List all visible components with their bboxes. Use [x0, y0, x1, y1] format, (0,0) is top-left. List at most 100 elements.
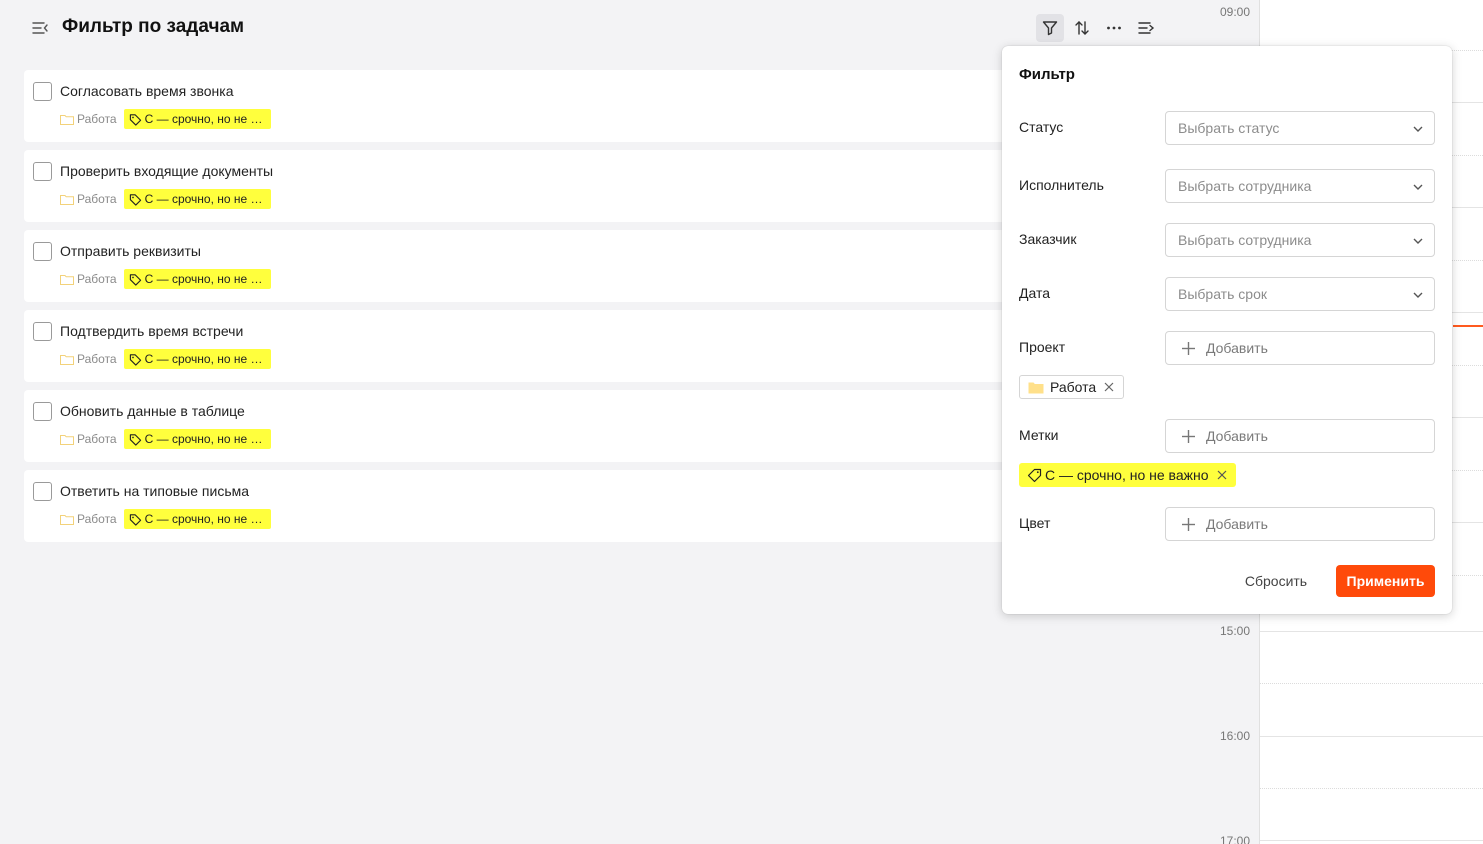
task-tag-label: С — срочно, но не в... — [144, 112, 264, 126]
task-tag: С — срочно, но не в... — [123, 509, 271, 529]
task-tag-label: С — срочно, но не в... — [144, 352, 264, 366]
task-meta: Работа С — срочно, но не в... — [60, 429, 271, 449]
apply-button[interactable]: Применить — [1336, 565, 1435, 597]
add-color-button[interactable]: Добавить — [1165, 507, 1435, 541]
add-tag-button[interactable]: Добавить — [1165, 419, 1435, 453]
status-select[interactable]: Выбрать статус — [1165, 111, 1435, 145]
task-title[interactable]: Проверить входящие документы — [60, 163, 273, 179]
selected-project-chip: Работа — [1019, 375, 1125, 399]
hour-label: 09:00 — [1220, 5, 1251, 19]
remove-tag-icon[interactable] — [1217, 470, 1227, 480]
more-options-button[interactable] — [1100, 14, 1128, 42]
task-title[interactable]: Согласовать время звонка — [60, 83, 234, 99]
hour-label: 15:00 — [1220, 624, 1251, 638]
reset-button[interactable]: Сбросить — [1232, 565, 1320, 597]
hour-label: 16:00 — [1220, 729, 1251, 743]
tag-icon — [129, 433, 141, 446]
hour-label: 17:00 — [1220, 834, 1251, 844]
color-label: Цвет — [1019, 515, 1051, 531]
task-tag-label: С — срочно, но не в... — [144, 512, 264, 526]
chevron-down-icon — [1413, 238, 1423, 244]
task-meta: Работа С — срочно, но не в... — [60, 509, 271, 529]
task-tag: С — срочно, но не в... — [123, 349, 271, 369]
more-horizontal-icon — [1107, 26, 1121, 30]
task-checkbox[interactable] — [33, 402, 52, 421]
status-label: Статус — [1019, 119, 1064, 135]
tag-icon — [129, 353, 141, 366]
task-project: Работа — [77, 352, 117, 366]
task-checkbox[interactable] — [33, 482, 52, 501]
date-select[interactable]: Выбрать срок — [1165, 277, 1435, 311]
folder-icon — [60, 514, 74, 525]
task-tag: С — срочно, но не в... — [123, 109, 271, 129]
tag-icon — [1027, 468, 1042, 483]
task-project: Работа — [77, 272, 117, 286]
task-title[interactable]: Ответить на типовые письма — [60, 483, 249, 499]
task-checkbox[interactable] — [33, 82, 52, 101]
add-tag-label: Добавить — [1206, 428, 1268, 444]
sort-button[interactable] — [1068, 14, 1096, 42]
task-project: Работа — [77, 432, 117, 446]
task-meta: Работа С — срочно, но не в... — [60, 269, 271, 289]
tag-icon — [129, 513, 141, 526]
calendar-gridline — [1260, 631, 1483, 632]
date-label: Дата — [1019, 285, 1051, 301]
customer-select[interactable]: Выбрать сотрудника — [1165, 223, 1435, 257]
task-meta: Работа С — срочно, но не в... — [60, 109, 271, 129]
task-title[interactable]: Отправить реквизиты — [60, 243, 201, 259]
customer-select-placeholder: Выбрать сотрудника — [1178, 232, 1312, 248]
filter-button[interactable] — [1036, 14, 1064, 42]
selected-tag-label: С — срочно, но не важно — [1045, 467, 1209, 483]
assignee-label: Исполнитель — [1019, 177, 1104, 193]
collapse-menu-icon[interactable] — [30, 18, 50, 38]
task-tag-label: С — срочно, но не в... — [144, 432, 264, 446]
task-project: Работа — [77, 512, 117, 526]
task-tag-label: С — срочно, но не в... — [144, 272, 264, 286]
task-checkbox[interactable] — [33, 322, 52, 341]
task-tag: С — срочно, но не в... — [123, 269, 271, 289]
page-title: Фильтр по задачам — [62, 16, 245, 37]
filter-popup: Фильтр Статус Выбрать статус Исполнитель… — [1002, 46, 1452, 614]
project-label: Проект — [1019, 339, 1066, 355]
task-checkbox[interactable] — [33, 242, 52, 261]
status-select-placeholder: Выбрать статус — [1178, 120, 1280, 136]
task-checkbox[interactable] — [33, 162, 52, 181]
folder-icon — [60, 354, 74, 365]
selected-project-label: Работа — [1050, 379, 1097, 395]
chevron-down-icon — [1413, 126, 1423, 132]
task-meta: Работа С — срочно, но не в... — [60, 349, 271, 369]
folder-icon — [60, 274, 74, 285]
filter-title: Фильтр — [1019, 66, 1075, 83]
tag-icon — [129, 113, 141, 126]
chevron-down-icon — [1413, 184, 1423, 190]
tag-icon — [129, 273, 141, 286]
plus-icon — [1182, 518, 1195, 531]
task-tag-label: С — срочно, но не в... — [144, 192, 264, 206]
add-project-label: Добавить — [1206, 340, 1268, 356]
tag-icon — [129, 193, 141, 206]
task-title[interactable]: Обновить данные в таблице — [60, 403, 245, 419]
toggle-calendar-button[interactable] — [1132, 14, 1160, 42]
folder-icon — [60, 434, 74, 445]
folder-icon — [60, 114, 74, 125]
date-select-placeholder: Выбрать срок — [1178, 286, 1267, 302]
folder-icon — [60, 194, 74, 205]
task-project: Работа — [77, 192, 117, 206]
task-title[interactable]: Подтвердить время встречи — [60, 323, 243, 339]
task-tag: С — срочно, но не в... — [123, 429, 271, 449]
assignee-select[interactable]: Выбрать сотрудника — [1165, 169, 1435, 203]
task-project: Работа — [77, 112, 117, 126]
remove-project-icon[interactable] — [1104, 382, 1114, 392]
plus-icon — [1182, 430, 1195, 443]
add-project-button[interactable]: Добавить — [1165, 331, 1435, 365]
calendar-gridline — [1260, 788, 1483, 789]
selected-tag-chip: С — срочно, но не важно — [1019, 463, 1236, 487]
current-time-indicator — [1453, 325, 1483, 327]
filter-icon — [1042, 21, 1058, 36]
customer-label: Заказчик — [1019, 231, 1077, 247]
assignee-select-placeholder: Выбрать сотрудника — [1178, 178, 1312, 194]
calendar-gridline — [1260, 736, 1483, 737]
calendar-gridline — [1260, 840, 1483, 841]
folder-icon — [1028, 382, 1044, 393]
plus-icon — [1182, 342, 1195, 355]
